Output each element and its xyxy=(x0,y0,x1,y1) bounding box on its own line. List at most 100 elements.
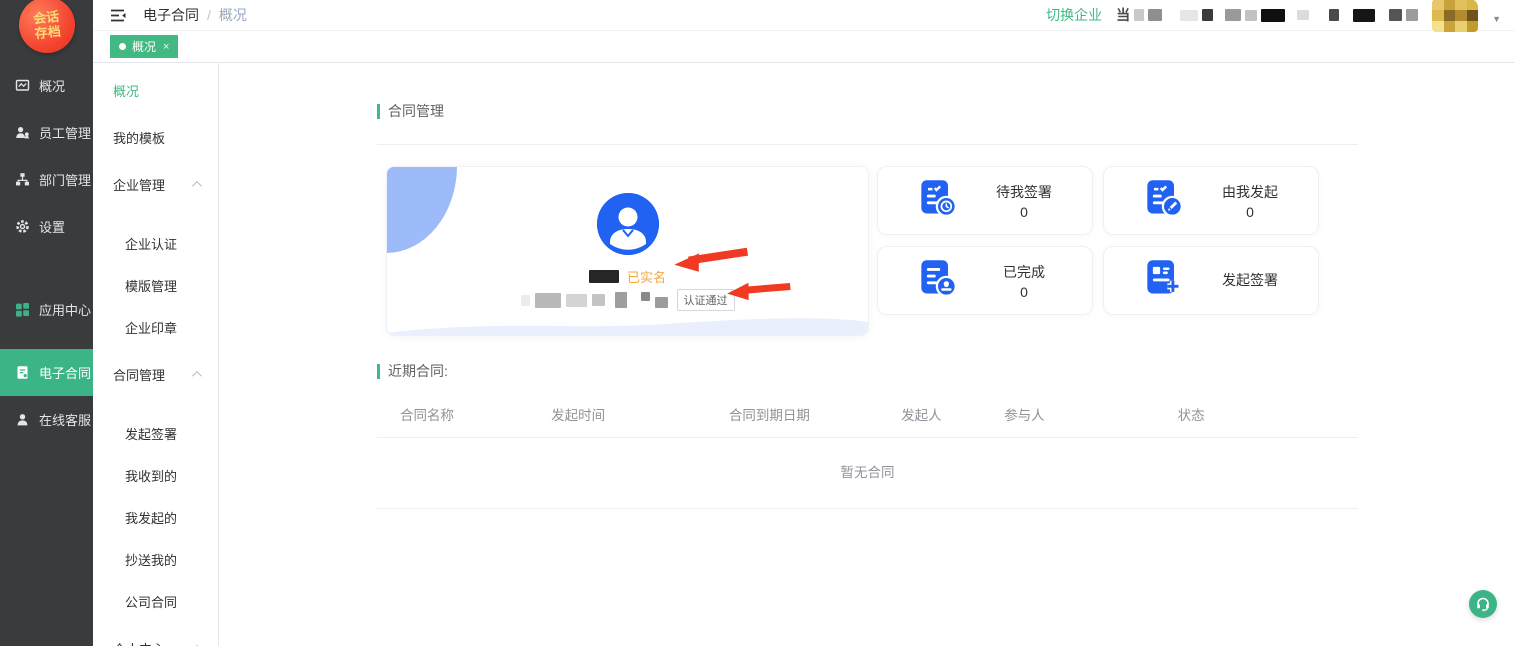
redacted-block xyxy=(566,294,587,307)
menu-item-initiated-by-me[interactable]: 我发起的 xyxy=(93,496,218,538)
stat-card-awaiting-my-signature[interactable]: 待我签署 0 xyxy=(877,166,1093,235)
decorative-wave xyxy=(387,313,868,335)
topbar: 电子合同 / 概况 切换企业 当 xyxy=(93,0,1515,31)
menu-item-label: 企业印章 xyxy=(125,318,177,337)
sidebar-item-overview[interactable]: 概况 xyxy=(0,62,93,109)
stat-value: 0 xyxy=(1020,284,1028,300)
menu-item-label: 模版管理 xyxy=(125,276,177,295)
redacted-block xyxy=(592,294,605,306)
collapse-menu-icon[interactable] xyxy=(110,8,127,23)
menu-item-enterprise-auth[interactable]: 企业认证 xyxy=(93,222,218,264)
customer-support-fab[interactable] xyxy=(1469,590,1497,618)
redacted-block xyxy=(655,297,668,308)
tab-close-icon[interactable]: × xyxy=(163,41,169,53)
gear-icon xyxy=(14,219,30,235)
contract-doc-icon xyxy=(14,365,30,381)
green-title-bar xyxy=(377,104,380,119)
profile-card: 已实名 认证通过 xyxy=(386,166,869,336)
sidebar-item-label: 员工管理 xyxy=(39,123,91,142)
primary-nav: 概况 员工管理 部门管理 设置 xyxy=(0,62,93,443)
sidebar-item-label: 概况 xyxy=(39,76,65,95)
departments-icon xyxy=(14,172,30,188)
menu-item-label: 我的模板 xyxy=(113,128,165,147)
user-menu-caret-icon[interactable]: ▼ xyxy=(1492,14,1501,24)
column-header: 发起人 xyxy=(858,404,986,424)
section-title-text: 合同管理 xyxy=(388,101,444,121)
doc-stamp-icon xyxy=(918,258,958,303)
menu-item-enterprise-seal[interactable]: 企业印章 xyxy=(93,306,218,348)
menu-item-overview[interactable]: 概况 xyxy=(93,67,218,114)
breadcrumb-root[interactable]: 电子合同 xyxy=(143,5,199,25)
app-window: 会话 存档 概况 员工管理 部门管理 xyxy=(0,0,1515,646)
menu-group-contract-mgmt[interactable]: 合同管理 xyxy=(93,351,218,398)
menu-group-enterprise-mgmt[interactable]: 企业管理 xyxy=(93,161,218,208)
section-title-contract-mgmt: 合同管理 xyxy=(377,101,1358,121)
redacted-block xyxy=(641,292,650,301)
headset-icon xyxy=(1475,596,1491,612)
menu-item-label: 公司合同 xyxy=(125,592,177,611)
sidebar-item-label: 应用中心 xyxy=(39,300,91,319)
employees-icon xyxy=(14,125,30,141)
menu-item-company-contracts[interactable]: 公司合同 xyxy=(93,580,218,622)
redacted-block xyxy=(535,293,561,308)
stat-label: 已完成 xyxy=(1003,262,1045,282)
menu-item-template-mgmt[interactable]: 模版管理 xyxy=(93,264,218,306)
menu-item-label: 抄送我的 xyxy=(125,550,177,569)
redacted-block xyxy=(1180,10,1198,21)
green-title-bar xyxy=(377,364,380,379)
sidebar-item-settings[interactable]: 设置 xyxy=(0,203,93,250)
sidebar-item-label: 电子合同 xyxy=(39,363,91,382)
stat-card-grid: 待我签署 0 由我发起 0 xyxy=(877,166,1319,336)
redacted-block xyxy=(1225,9,1241,21)
redacted-block xyxy=(1297,10,1309,20)
profile-avatar xyxy=(597,193,659,255)
section-title-text: 近期合同: xyxy=(388,361,448,381)
sidebar-item-app-center[interactable]: 应用中心 xyxy=(0,286,93,333)
overview-chart-icon xyxy=(14,78,30,94)
user-avatar[interactable] xyxy=(1432,0,1478,32)
stat-label: 待我签署 xyxy=(996,182,1052,202)
section-title-recent-contracts: 近期合同: xyxy=(377,361,1358,381)
menu-group-personal-center[interactable]: 个人中心 xyxy=(93,625,218,646)
switch-enterprise-link[interactable]: 切换企业 xyxy=(1046,5,1102,25)
tab-bar: 概况 × xyxy=(93,31,1515,63)
menu-item-label: 我发起的 xyxy=(125,508,177,527)
menu-item-cc-to-me[interactable]: 抄送我的 xyxy=(93,538,218,580)
column-header: 合同名称 xyxy=(377,404,475,424)
tab-overview[interactable]: 概况 × xyxy=(110,35,178,58)
stat-label: 由我发起 xyxy=(1222,182,1278,202)
profile-name-row: 已实名 xyxy=(387,267,868,286)
menu-item-label: 发起签署 xyxy=(125,424,177,443)
sidebar-item-online-support[interactable]: 在线客服 xyxy=(0,396,93,443)
menu-item-received[interactable]: 我收到的 xyxy=(93,454,218,496)
redacted-block xyxy=(1202,9,1213,21)
stat-label: 发起签署 xyxy=(1222,270,1278,290)
sidebar-item-label: 在线客服 xyxy=(39,410,91,429)
menu-item-my-templates[interactable]: 我的模板 xyxy=(93,114,218,161)
menu-item-label: 合同管理 xyxy=(113,365,165,384)
redacted-block xyxy=(1134,9,1144,21)
primary-sidebar: 会话 存档 概况 员工管理 部门管理 xyxy=(0,0,93,646)
sidebar-item-e-contract[interactable]: 电子合同 xyxy=(0,349,93,396)
secondary-sidebar: 概况 我的模板 企业管理 企业认证 模版管理 企业印章 合同管理 发起签署 我收… xyxy=(93,63,219,646)
sidebar-item-employees[interactable]: 员工管理 xyxy=(0,109,93,156)
tab-active-dot xyxy=(119,43,126,50)
current-enterprise-label: 当 xyxy=(1116,5,1130,25)
sidebar-item-departments[interactable]: 部门管理 xyxy=(0,156,93,203)
redacted-block xyxy=(1261,9,1285,22)
stat-card-completed[interactable]: 已完成 0 xyxy=(877,246,1093,315)
menu-item-label: 概况 xyxy=(113,81,139,100)
main-content: 合同管理 xyxy=(219,63,1515,646)
redacted-block xyxy=(615,292,627,308)
decorative-blue-blob xyxy=(386,166,457,253)
redacted-block xyxy=(1148,9,1162,21)
stat-card-initiated-by-me[interactable]: 由我发起 0 xyxy=(1103,166,1319,235)
breadcrumb-separator: / xyxy=(207,7,211,23)
column-header: 参与人 xyxy=(985,404,1063,424)
stat-card-start-signing[interactable]: 发起签署 xyxy=(1103,246,1319,315)
redacted-block xyxy=(1389,9,1402,21)
apps-grid-icon xyxy=(14,302,30,318)
menu-item-label: 企业认证 xyxy=(125,234,177,253)
menu-item-initiate-sign[interactable]: 发起签署 xyxy=(93,412,218,454)
certified-badge: 认证通过 xyxy=(677,289,735,311)
